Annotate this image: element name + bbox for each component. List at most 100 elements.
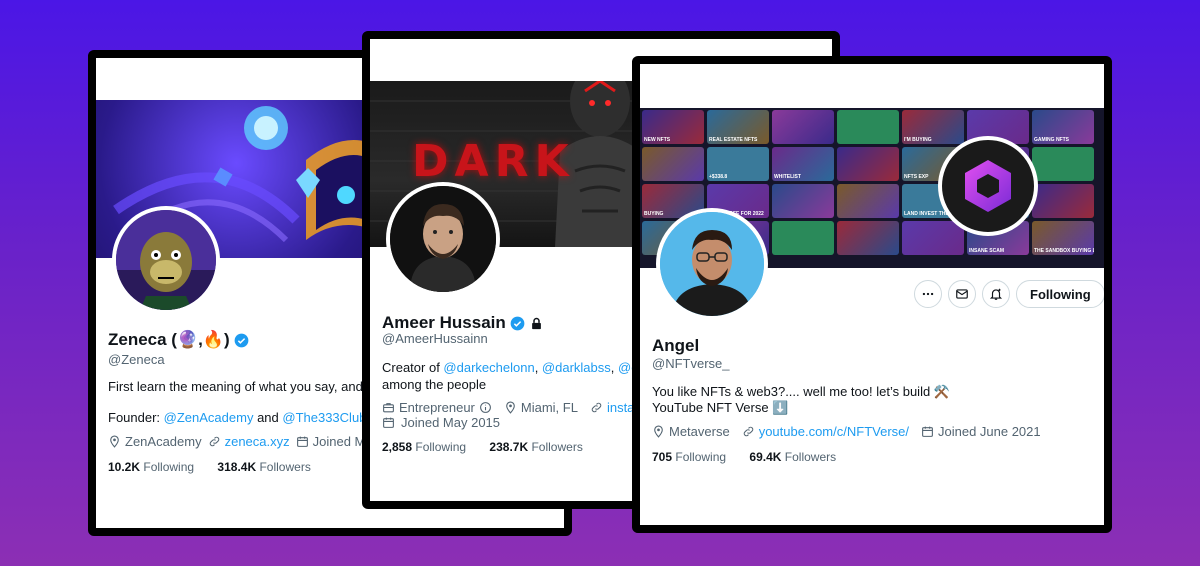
following-label: Following: [675, 450, 727, 464]
user-handle: @Zeneca: [108, 352, 165, 367]
meta-location-text: Miami, FL: [520, 400, 578, 415]
channel-logo: [938, 136, 1038, 236]
calendar-icon: [383, 417, 394, 428]
following-count-link[interactable]: 10.2K Following: [108, 460, 194, 474]
display-name: Ameer Hussain: [382, 313, 544, 333]
bio-link-darklabss[interactable]: @darklabss: [542, 360, 611, 375]
followers-label: Followers: [259, 460, 311, 474]
video-thumbnail: [837, 221, 899, 255]
video-thumbnail: NEW NFTS: [642, 110, 704, 144]
ape-avatar-icon: [116, 210, 216, 310]
video-thumbnail: [772, 221, 834, 255]
profile-card-angel: NEW NFTS REAL ESTATE NFTS I'M BUYING GAMING…: [632, 56, 1112, 533]
meta-joined-text: Joined June 2021: [937, 424, 1041, 439]
following-count-link[interactable]: 705 Following: [652, 450, 726, 464]
profile-avatar[interactable]: [386, 182, 500, 296]
video-thumbnail-label: I'M BUYING: [904, 137, 932, 143]
follow-counts: 705 Following 69.4K Followers: [652, 450, 836, 464]
more-options-button[interactable]: [914, 280, 942, 308]
bell-plus-icon: [989, 288, 1003, 300]
video-thumbnail: [1032, 184, 1094, 218]
video-thumbnail: GAMING NFTS: [1032, 110, 1094, 144]
hexagon-logo-icon: [965, 160, 1011, 212]
envelope-icon: [956, 289, 968, 299]
calendar-icon: [922, 426, 933, 437]
video-thumbnail-label: GAMING NFTS: [1034, 137, 1069, 143]
followers-count: 318.4K: [217, 460, 257, 474]
video-thumbnail-label: WHITELIST: [774, 174, 801, 180]
verified-badge-icon: [234, 333, 249, 347]
follow-counts: 2,858 Following 238.7K Followers: [382, 440, 583, 454]
video-thumbnail: +$338.8: [707, 147, 769, 181]
verified-badge-icon: [510, 316, 525, 330]
profile-meta: ZenAcademy zeneca.xyz Joined Ma: [108, 434, 373, 449]
message-button[interactable]: [948, 280, 976, 308]
meta-category-text: Entrepreneur: [399, 400, 475, 415]
meta-url[interactable]: youtube.com/c/NFTVerse/: [742, 424, 909, 439]
video-thumbnail: [1032, 147, 1094, 181]
meta-url-text[interactable]: zeneca.xyz: [225, 434, 290, 449]
lock-icon: [531, 317, 541, 329]
bio-separator: ,: [534, 360, 542, 375]
briefcase-icon: [383, 403, 394, 413]
followers-count-link[interactable]: 318.4K Followers: [217, 460, 310, 474]
video-thumbnail: [772, 184, 834, 218]
bio-separator: ,: [610, 360, 618, 375]
bio-prefix: Creator of: [382, 360, 444, 375]
meta-url[interactable]: zeneca.xyz: [208, 434, 290, 449]
person-avatar-icon: [390, 186, 496, 292]
video-thumbnail: THE SANDBOX BUYING LAND GUIDE: [1032, 221, 1094, 255]
location-pin-icon: [506, 401, 515, 414]
video-thumbnail: REAL ESTATE NFTS: [707, 110, 769, 144]
video-thumbnail: I'M BUYING: [902, 110, 964, 144]
video-thumbnail-label: BUYING: [644, 211, 664, 217]
video-thumbnail: [837, 147, 899, 181]
display-name-text: Angel: [652, 336, 700, 355]
display-name-text: Ameer Hussain: [382, 313, 506, 332]
bio-link-darkechelonn[interactable]: @darkechelonn: [443, 360, 534, 375]
user-handle: @AmeerHussainn: [382, 331, 488, 346]
followers-count: 238.7K: [489, 440, 529, 454]
user-handle: @NFTverse_: [652, 356, 730, 371]
following-count: 10.2K: [108, 460, 141, 474]
bio-link-zenacademy[interactable]: @ZenAcademy: [164, 410, 254, 425]
video-thumbnail-label: NEW NFTS: [644, 137, 671, 143]
link-icon: [743, 426, 753, 437]
bio-founder-prefix: Founder:: [108, 410, 164, 425]
followers-count-link[interactable]: 238.7K Followers: [489, 440, 582, 454]
followers-count-link[interactable]: 69.4K Followers: [749, 450, 836, 464]
bio-line-2: among the people: [382, 377, 487, 392]
meta-joined-text: Joined May 2015: [401, 415, 501, 430]
bio-line-2: YouTube NFT Verse ⬇️: [652, 400, 789, 415]
link-icon: [209, 436, 219, 447]
info-icon[interactable]: [479, 401, 492, 414]
notifications-button[interactable]: [982, 280, 1010, 308]
bio-line: You like NFTs & web3?.... well me too! l…: [652, 384, 950, 399]
meta-joined: Joined June 2021: [921, 424, 1041, 439]
following-label: Following: [415, 440, 467, 454]
person-avatar-icon: [660, 212, 764, 316]
profile-avatar[interactable]: [656, 208, 768, 320]
location-pin-icon: [654, 425, 663, 438]
banner-dark-text: DARK: [412, 136, 575, 187]
bio-founder-line: Founder: @ZenAcademy and @The333Club: [108, 409, 366, 426]
profile-meta: Metaverse youtube.com/c/NFTVerse/ Joined…: [652, 424, 1041, 439]
meta-location: Miami, FL: [504, 400, 578, 415]
bio-line: Creator of @darkechelonn, @darklabss, @o…: [382, 359, 660, 376]
meta-location: Metaverse: [652, 424, 730, 439]
following-label: Following: [143, 460, 195, 474]
meta-url-text[interactable]: youtube.com/c/NFTVerse/: [759, 424, 909, 439]
following-count: 705: [652, 450, 673, 464]
display-name-text: Zeneca (🔮,🔥): [108, 330, 230, 349]
followers-label: Followers: [531, 440, 583, 454]
profile-meta: Entrepreneur Miami, FL instagr: [382, 400, 646, 415]
follow-counts: 10.2K Following 318.4K Followers: [108, 460, 311, 474]
bio-line: First learn the meaning of what you say,…: [108, 379, 385, 394]
bio-link-the333club[interactable]: @The333Club: [282, 410, 366, 425]
profile-avatar[interactable]: [112, 206, 220, 314]
video-thumbnail: [772, 110, 834, 144]
following-button[interactable]: Following: [1016, 280, 1104, 308]
following-count-link[interactable]: 2,858 Following: [382, 440, 466, 454]
meta-location: ZenAcademy: [108, 434, 202, 449]
calendar-icon: [296, 436, 308, 447]
